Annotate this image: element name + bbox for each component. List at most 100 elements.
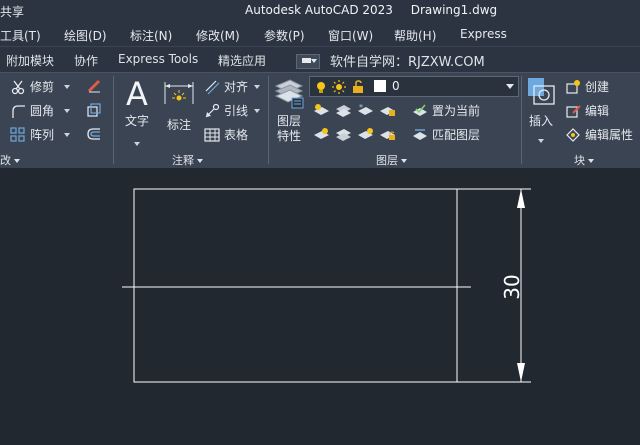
layer-properties-button[interactable]: 图层 特性 (272, 76, 306, 148)
table-label: 表格 (224, 128, 249, 142)
drawing-svg: 30 (122, 188, 531, 383)
layer-color-swatch (374, 80, 386, 92)
menu-dimension[interactable]: 标注(N) (130, 27, 172, 44)
file-name: Drawing1.dwg (410, 3, 498, 17)
layer-unisolate-icon[interactable] (334, 126, 352, 142)
set-current-icon (412, 103, 428, 119)
edit-attributes-button[interactable]: 编辑属性 (565, 126, 633, 143)
chevron-down-icon (538, 139, 544, 143)
chevron-down-icon (14, 159, 20, 163)
edit-attributes-label: 编辑属性 (585, 128, 634, 142)
text-icon: A (126, 75, 148, 113)
edit-attributes-icon (565, 127, 581, 143)
copy-icon[interactable] (86, 102, 102, 122)
layers-panel-title-text: 图层 (376, 154, 398, 167)
svg-text:*: * (359, 103, 363, 112)
chevron-down-icon[interactable] (64, 132, 71, 137)
match-layer-label: 匹配图层 (432, 128, 481, 142)
layer-off-icon[interactable] (312, 102, 330, 118)
chevron-down-icon[interactable] (64, 84, 71, 89)
leader-button[interactable]: 引线 (204, 102, 261, 119)
text-tool-button[interactable]: A 文字 (122, 78, 152, 148)
chevron-down-icon (588, 159, 594, 163)
offset-icon[interactable] (86, 126, 102, 146)
chevron-down-icon[interactable] (254, 84, 261, 89)
align-label: 对齐 (224, 80, 249, 94)
layers-panel-title[interactable]: 图层 (376, 152, 407, 168)
layer-on-bulb-icon (314, 79, 328, 98)
drawing-canvas[interactable]: 30 (0, 168, 640, 445)
fillet-label: 圆角 (30, 104, 55, 118)
layer-on-icon[interactable] (312, 126, 330, 142)
ribbon-minimize-button[interactable] (296, 54, 320, 69)
edit-block-button[interactable]: 编辑 (565, 102, 609, 119)
menu-tools[interactable]: 工具(T) (0, 27, 41, 44)
create-block-button[interactable]: 创建 (565, 78, 609, 95)
chevron-down-icon (506, 84, 514, 89)
edit-label: 编辑 (585, 104, 610, 118)
watermark-text: 软件自学网：RJZXW.COM (330, 55, 485, 70)
panel-separator (113, 76, 114, 164)
dimension-tool-button[interactable]: 标注 (162, 80, 196, 148)
layer-properties-label-2: 特性 (276, 129, 301, 143)
dimension-arrow-bottom (517, 363, 525, 382)
match-layer-button[interactable]: 匹配图层 (412, 126, 480, 143)
block-panel-title[interactable]: 块 (574, 152, 594, 168)
title-left-fragment[interactable]: 共享 (0, 3, 24, 20)
layer-freeze-icon[interactable]: * (356, 102, 374, 118)
tab-express-tools[interactable]: Express Tools (118, 52, 198, 66)
dimension-icon (162, 82, 196, 112)
leader-icon (204, 103, 220, 119)
array-icon (10, 126, 26, 143)
leader-label: 引线 (224, 104, 249, 118)
aligned-dimension-icon (204, 79, 220, 95)
create-label: 创建 (585, 80, 610, 94)
menu-parametric[interactable]: 参数(P) (264, 27, 305, 44)
chevron-down-icon[interactable] (64, 108, 71, 113)
tab-featured-apps[interactable]: 精选应用 (218, 52, 266, 69)
app-name: Autodesk AutoCAD 2023 (245, 3, 393, 17)
dimension-text: 30 (500, 274, 524, 299)
insert-label: 插入 (528, 114, 553, 128)
tab-addins[interactable]: 附加模块 (6, 52, 54, 69)
panel-separator (521, 76, 522, 164)
current-layer-value: 0 (392, 79, 400, 93)
chevron-down-icon[interactable] (254, 108, 261, 113)
layer-thaw-sun-icon (332, 79, 346, 98)
layer-lock-icon[interactable] (378, 102, 396, 118)
set-current-label: 置为当前 (432, 104, 481, 118)
chevron-down-icon (401, 159, 407, 163)
menu-express[interactable]: Express (460, 27, 507, 41)
insert-block-button[interactable]: 插入 (524, 76, 558, 148)
ribbon-tab-bar: 附加模块 协作 Express Tools 精选应用 软件自学网：RJZXW.C… (0, 46, 640, 73)
match-layer-icon (412, 127, 428, 143)
erase-icon[interactable] (86, 78, 102, 98)
table-button[interactable]: 表格 (204, 126, 248, 143)
set-current-layer-button[interactable]: 置为当前 (412, 102, 480, 119)
trim-button[interactable]: 修剪 (10, 78, 71, 95)
edit-block-icon (565, 103, 581, 119)
menu-draw[interactable]: 绘图(D) (64, 27, 107, 44)
menu-window[interactable]: 窗口(W) (328, 27, 373, 44)
menu-modify[interactable]: 修改(M) (196, 27, 240, 44)
drawn-rectangle (133, 188, 458, 383)
title-bar: 共享 Autodesk AutoCAD 2023 Drawing1.dwg (0, 0, 640, 22)
fillet-icon (10, 103, 26, 119)
layer-dropdown[interactable]: 0 (309, 76, 519, 97)
annotation-panel-title[interactable]: 注释 (172, 152, 203, 168)
modify-panel-title[interactable]: 改 (0, 152, 20, 168)
menu-bar: 工具(T) 绘图(D) 标注(N) 修改(M) 参数(P) 窗口(W) 帮助(H… (0, 22, 640, 46)
dimension-arrow-top (517, 189, 525, 208)
array-button[interactable]: 阵列 (10, 126, 71, 143)
layer-isolate-icon[interactable] (334, 102, 352, 118)
layer-unlock-tool-icon[interactable] (378, 126, 396, 142)
menu-help[interactable]: 帮助(H) (394, 27, 436, 44)
fillet-button[interactable]: 圆角 (10, 102, 71, 119)
dimension-tool-label: 标注 (166, 118, 191, 132)
modify-panel-title-text: 改 (0, 154, 11, 167)
layer-thaw-icon[interactable] (356, 126, 374, 142)
align-dimension-button[interactable]: 对齐 (204, 78, 261, 95)
panel-separator (268, 76, 269, 164)
tab-collaborate[interactable]: 协作 (74, 52, 98, 69)
block-panel-title-text: 块 (574, 154, 585, 167)
